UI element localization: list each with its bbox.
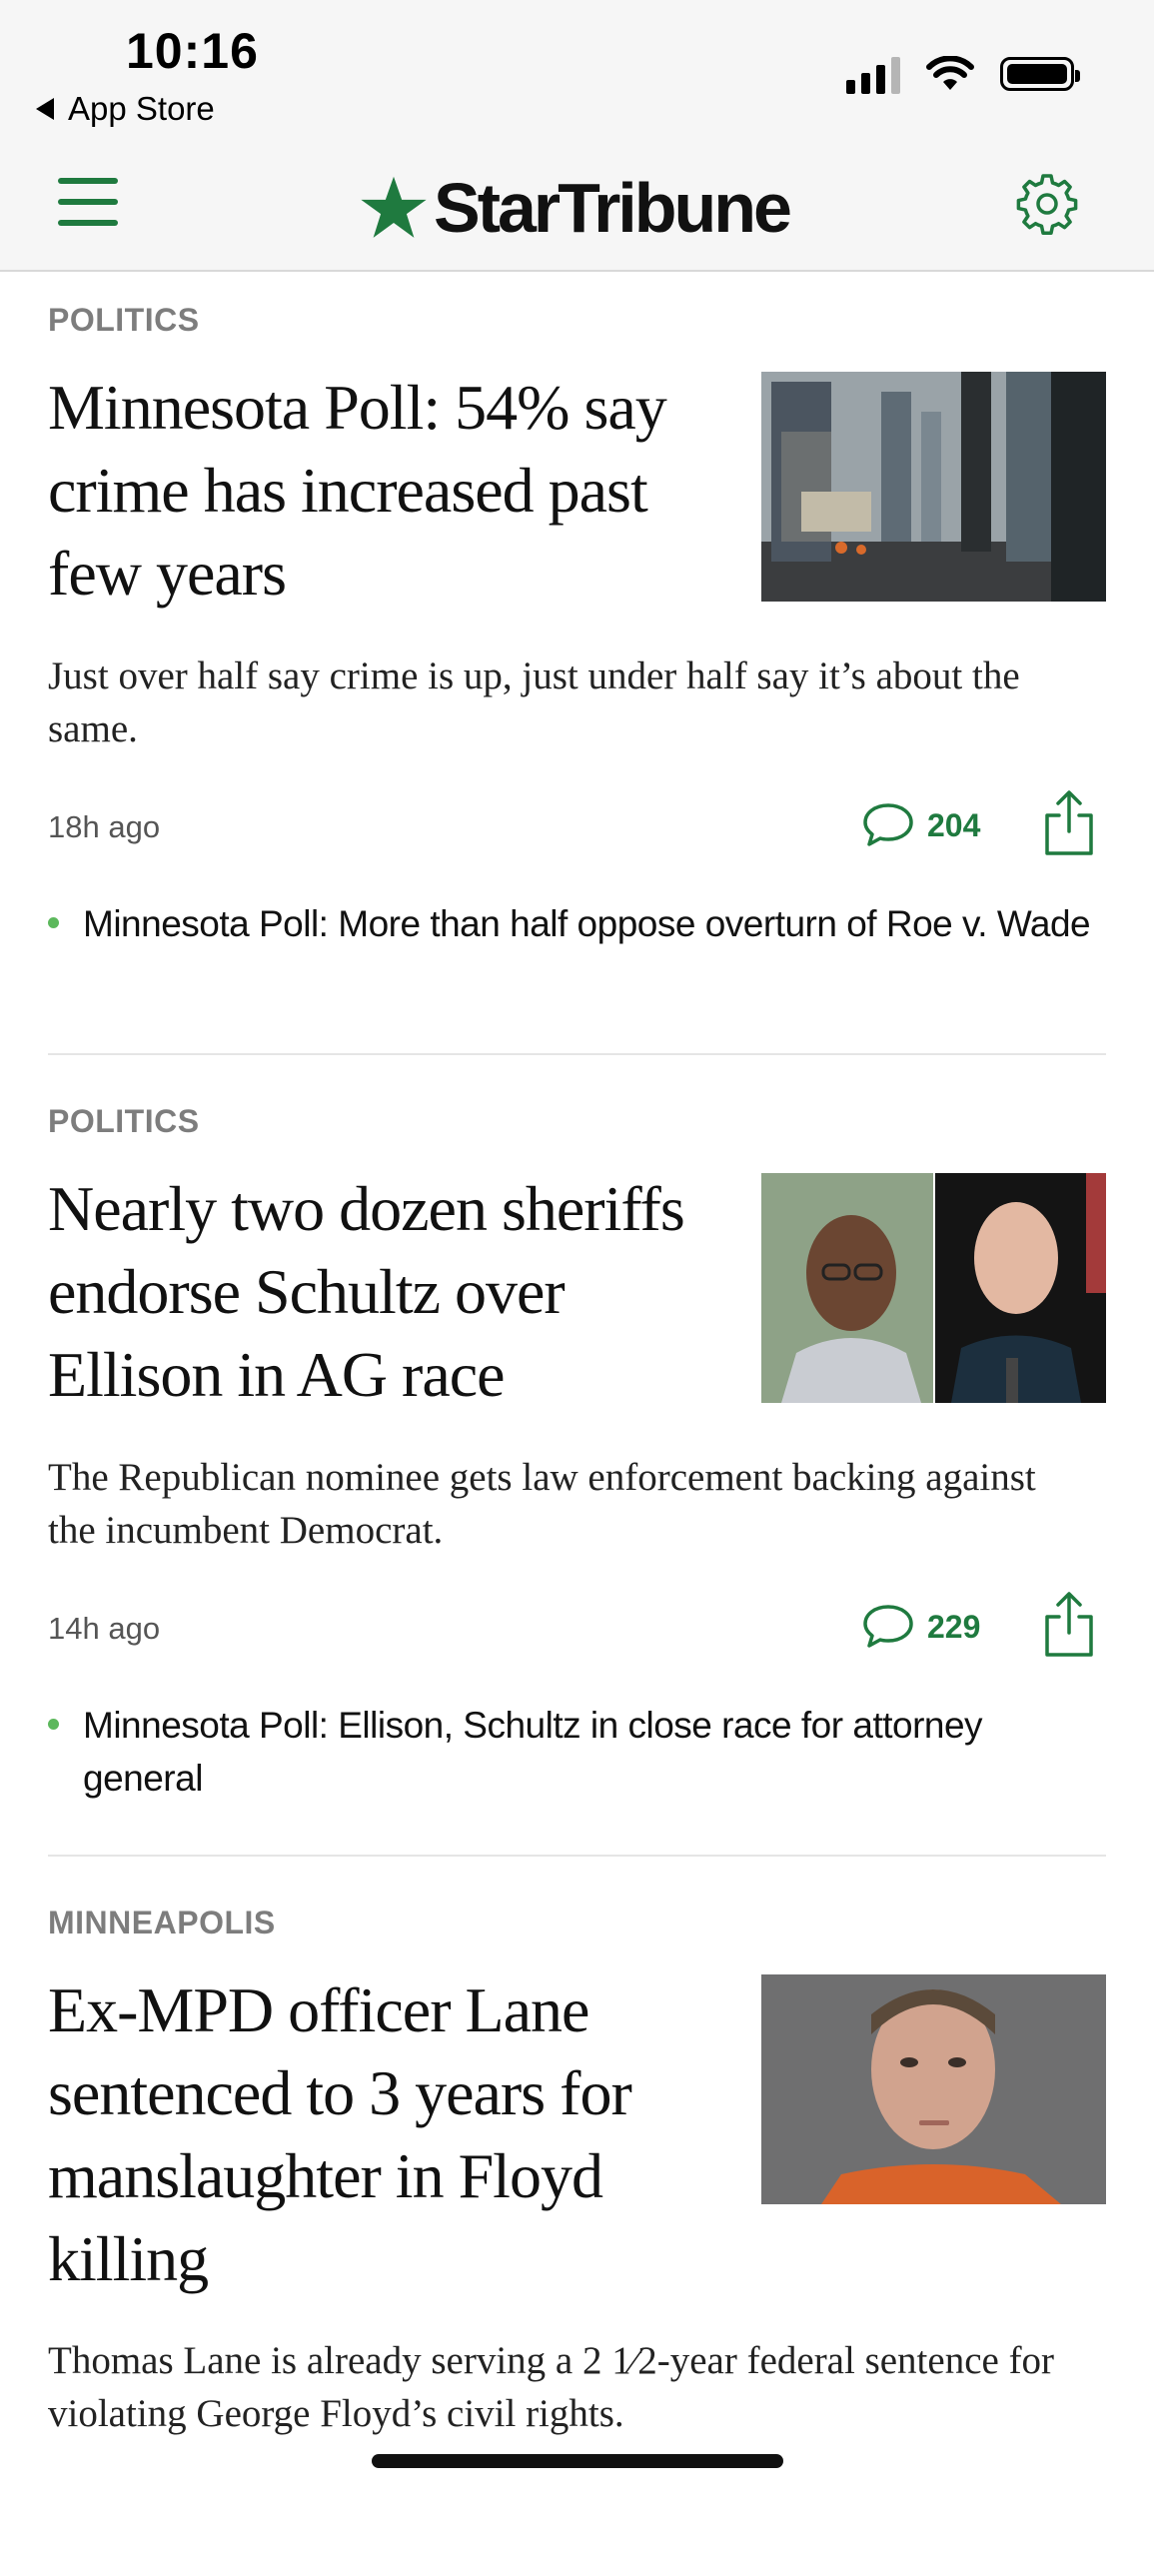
brand-logo[interactable]: StarTribune <box>360 168 792 248</box>
star-logo-icon <box>361 176 427 238</box>
story-image[interactable] <box>761 1974 1106 2204</box>
story-image[interactable] <box>761 372 1106 602</box>
share-icon[interactable] <box>1041 1591 1097 1659</box>
story-summary: The Republican nominee gets law enforcem… <box>48 1456 1036 1552</box>
story-card[interactable]: POLITICS Nearly two dozen sheriffs endor… <box>48 1055 1106 1857</box>
cellular-signal-icon <box>846 54 900 94</box>
story-section-label: POLITICS <box>48 302 200 338</box>
comment-bubble-icon <box>863 803 913 846</box>
story-card[interactable]: POLITICS Minnesota Poll: 54% say crime h… <box>48 272 1106 1055</box>
related-story-link[interactable]: Minnesota Poll: Ellison, Schultz in clos… <box>48 1699 1107 1805</box>
story-summary: Just over half say crime is up, just und… <box>48 654 1020 750</box>
news-feed: POLITICS Minnesota Poll: 54% say crime h… <box>0 272 1154 2576</box>
story-headline[interactable]: Nearly two dozen sheriffs endorse Schult… <box>48 1167 747 1416</box>
story-timestamp: 14h ago <box>48 1611 161 1646</box>
status-time: 10:16 <box>126 23 259 79</box>
share-icon[interactable] <box>1041 789 1097 857</box>
city-street-photo <box>761 372 1106 602</box>
comment-count: 204 <box>927 806 981 843</box>
candidates-photo <box>761 1173 1106 1403</box>
battery-icon <box>1000 57 1080 91</box>
bullet-icon <box>48 1719 59 1730</box>
back-to-app-store-link[interactable]: App Store <box>36 90 215 128</box>
hamburger-menu-icon[interactable] <box>58 178 118 226</box>
story-headline[interactable]: Minnesota Poll: 54% say crime has increa… <box>48 366 747 615</box>
story-timestamp: 18h ago <box>48 809 161 844</box>
story-section-label: POLITICS <box>48 1103 200 1139</box>
comment-bubble-icon <box>863 1605 913 1648</box>
related-story-title: Minnesota Poll: Ellison, Schultz in clos… <box>83 1705 983 1799</box>
bullet-icon <box>48 917 59 928</box>
story-summary: Thomas Lane is already serving a 2 1⁄2-y… <box>48 2339 1055 2435</box>
home-indicator[interactable] <box>372 2454 783 2468</box>
story-section-label: MINNEAPOLIS <box>48 1905 276 1940</box>
story-image[interactable] <box>761 1173 1106 1403</box>
comment-count: 229 <box>927 1608 981 1645</box>
related-story-link[interactable]: Minnesota Poll: More than half oppose ov… <box>48 897 1107 950</box>
brand-name: StarTribune <box>434 169 792 247</box>
related-story-title: Minnesota Poll: More than half oppose ov… <box>83 903 1091 944</box>
status-icons <box>846 54 1080 94</box>
gear-icon[interactable] <box>1015 172 1079 236</box>
booking-photo <box>761 1974 1106 2204</box>
back-arrow-icon <box>36 98 54 120</box>
story-headline[interactable]: Ex-MPD officer Lane sentenced to 3 years… <box>48 1968 747 2300</box>
comments-button[interactable]: 204 <box>861 801 980 849</box>
comments-button[interactable]: 229 <box>861 1603 980 1651</box>
story-card[interactable]: MINNEAPOLIS Ex-MPD officer Lane sentence… <box>48 1857 1106 2576</box>
wifi-icon <box>926 56 974 90</box>
top-bar: 10:16 App Store StarTribune <box>0 0 1154 272</box>
back-label: App Store <box>68 90 215 127</box>
